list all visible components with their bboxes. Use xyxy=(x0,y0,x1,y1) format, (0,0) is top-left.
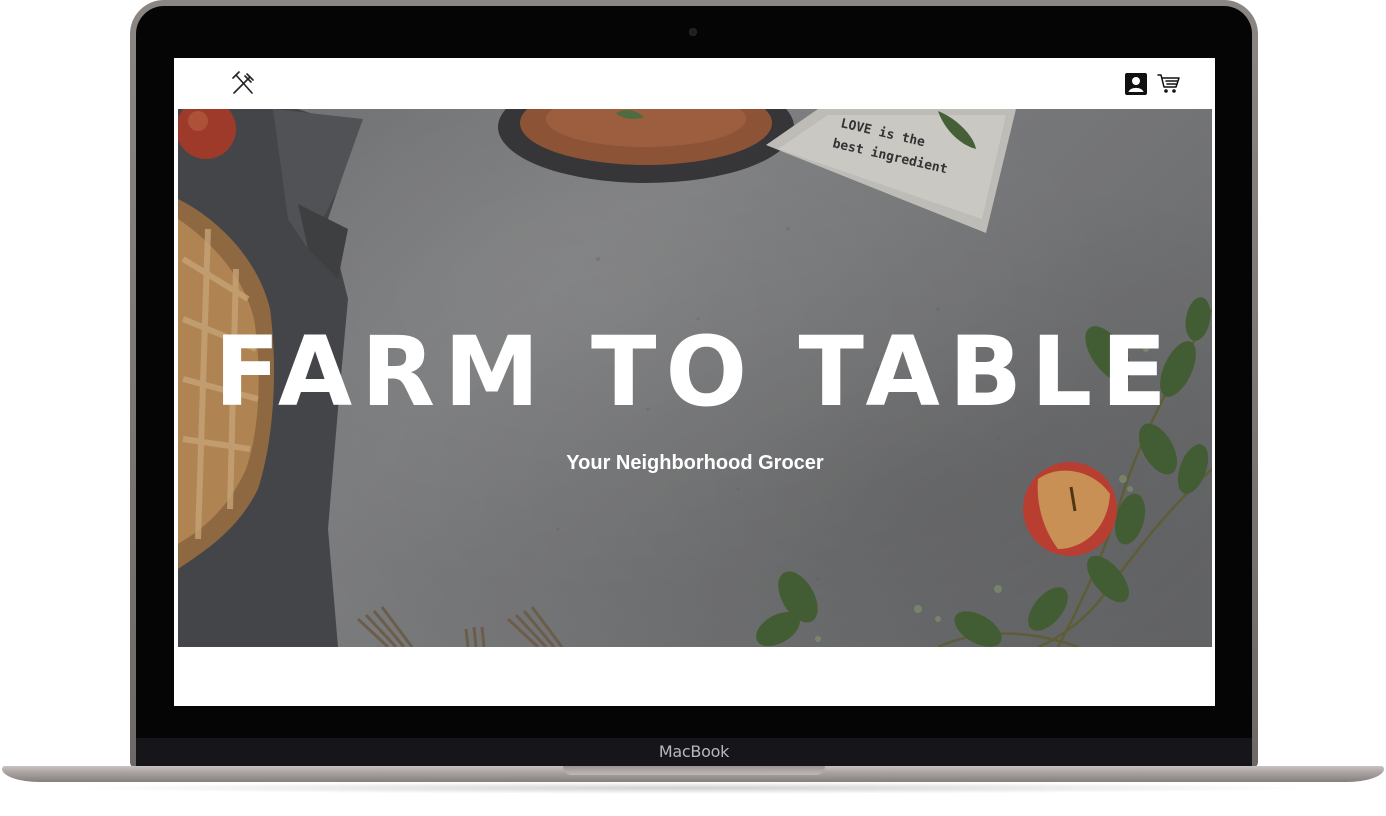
fork-knife-icon[interactable] xyxy=(230,71,256,97)
cart-icon[interactable] xyxy=(1157,73,1181,95)
laptop-shadow xyxy=(60,782,1326,794)
camera-icon xyxy=(689,28,697,36)
laptop-mockup: LOVE is the best ingredient FARM TO TABL… xyxy=(0,0,1386,816)
website-screen: LOVE is the best ingredient FARM TO TABL… xyxy=(174,58,1215,706)
laptop-base-notch xyxy=(563,766,825,775)
account-icon[interactable] xyxy=(1125,73,1147,95)
navbar xyxy=(174,58,1215,108)
laptop-brand-label: MacBook xyxy=(658,742,730,761)
hero-subtitle: Your Neighborhood Grocer xyxy=(566,452,824,474)
page-below-hero xyxy=(174,647,1215,706)
laptop-chin: MacBook xyxy=(136,738,1252,766)
hero-title: FARM TO TABLE xyxy=(214,316,1176,428)
hero-banner: LOVE is the best ingredient FARM TO TABL… xyxy=(178,109,1212,647)
